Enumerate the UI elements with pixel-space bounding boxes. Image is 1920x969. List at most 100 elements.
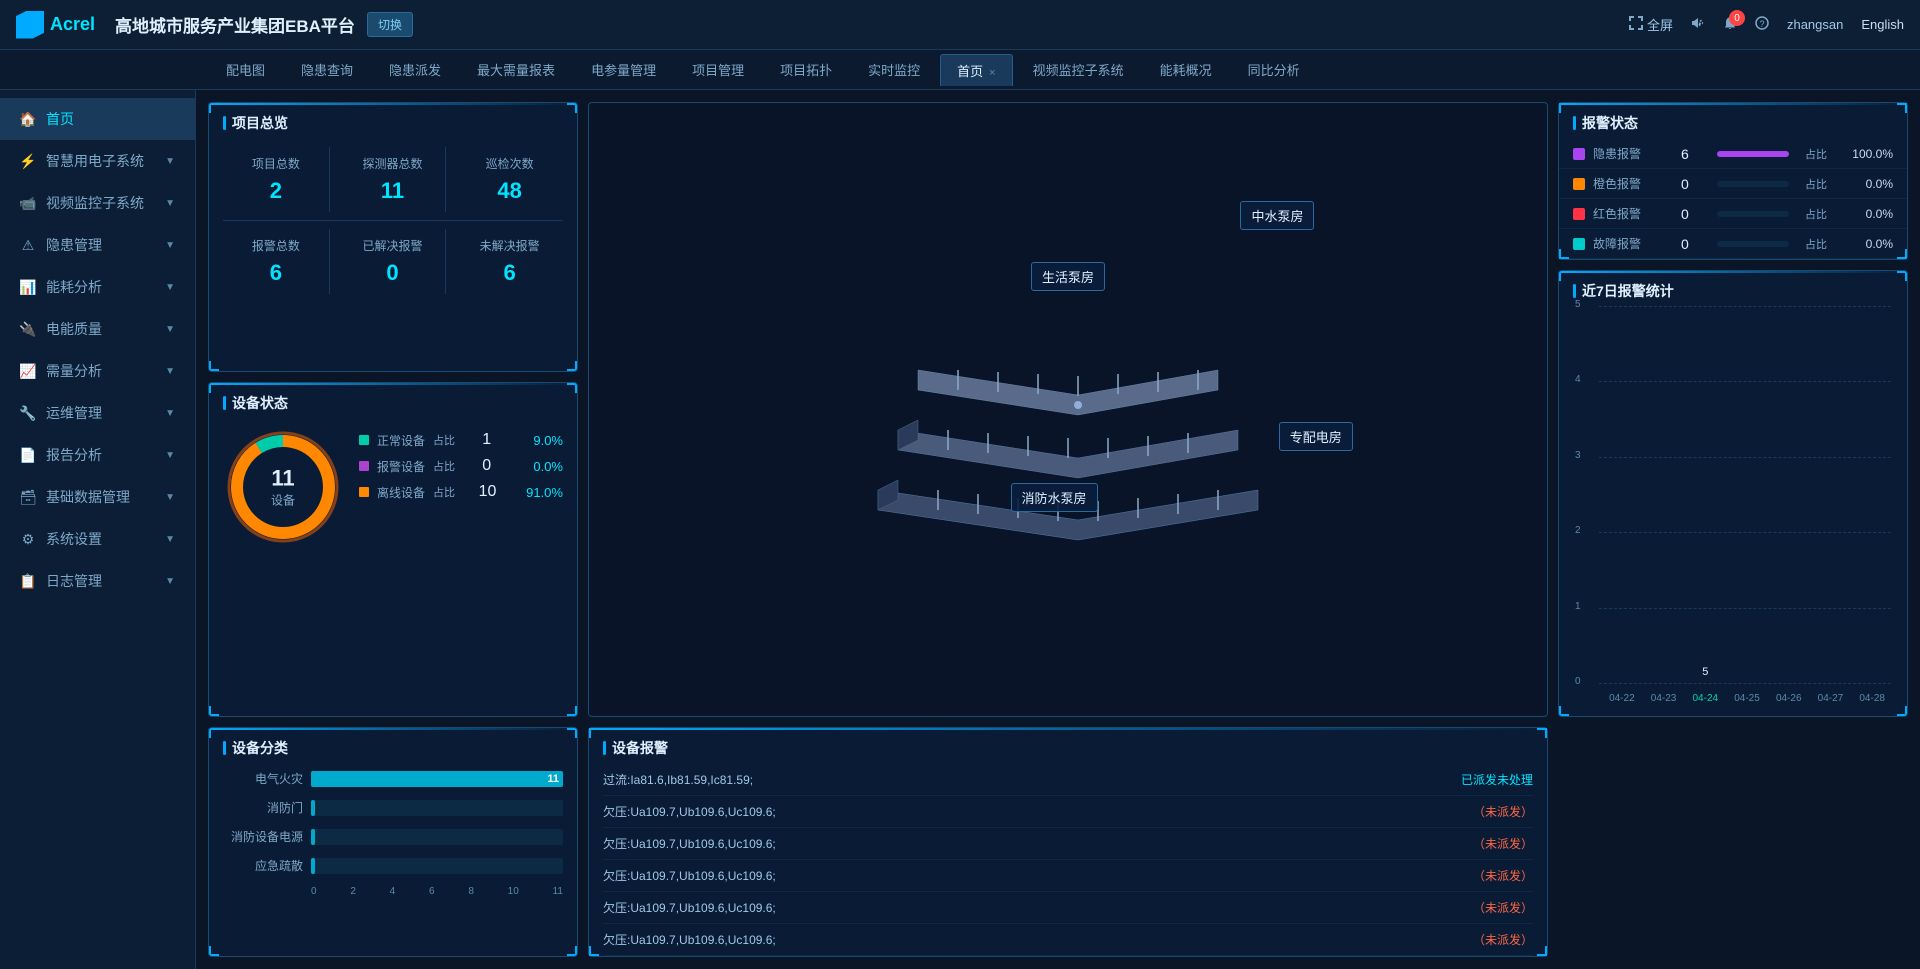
sidebar-label: 日志管理 bbox=[46, 571, 155, 591]
x-axis-label: 10 bbox=[508, 886, 519, 897]
alert-type-label: 隐患报警 bbox=[1593, 145, 1673, 162]
sidebar-item-日志管理[interactable]: 📋 日志管理 ▼ bbox=[0, 560, 195, 602]
status-percent: 0.0% bbox=[533, 459, 563, 474]
sidebar-item-报告分析[interactable]: 📄 报告分析 ▼ bbox=[0, 434, 195, 476]
sidebar-label: 隐患管理 bbox=[46, 235, 155, 255]
sidebar-label: 智慧用电子系统 bbox=[46, 151, 155, 171]
status-row-离线设备: 离线设备 占比 10 91.0% bbox=[359, 483, 563, 501]
nav-tab-实时监控[interactable]: 实时监控 bbox=[852, 54, 936, 85]
horiz-bar-x-axis: 024681011 bbox=[223, 886, 563, 897]
nav-tab-项目管理[interactable]: 项目管理 bbox=[676, 54, 760, 85]
language-selector[interactable]: English bbox=[1861, 17, 1904, 32]
horiz-bar-wrap bbox=[311, 858, 563, 874]
stat-label: 已解决报警 bbox=[344, 237, 442, 254]
nav-tab-close[interactable]: × bbox=[989, 67, 995, 79]
alert-row-红色报警: 红色报警 0 占比 0.0% bbox=[1559, 199, 1907, 229]
sidebar-icon: 📹 bbox=[20, 195, 36, 211]
content-area: 项目总览 项目总数 2探测器总数 11巡检次数 48 报警总数 6已解决报警 0… bbox=[196, 90, 1920, 969]
status-label: 离线设备 bbox=[377, 484, 425, 501]
sidebar-item-系统设置[interactable]: ⚙ 系统设置 ▼ bbox=[0, 518, 195, 560]
sidebar-item-隐患管理[interactable]: ⚠ 隐患管理 ▼ bbox=[0, 224, 195, 266]
alert-bar bbox=[1717, 151, 1789, 157]
alert-table-text: 过流:Ia81.6,Ib81.59,Ic81.59; bbox=[603, 771, 1461, 788]
stat-item-项目总数: 项目总数 2 bbox=[223, 147, 330, 212]
nav-tab-电参量管理[interactable]: 电参量管理 bbox=[575, 54, 672, 85]
horiz-bar-fill: 11 bbox=[311, 771, 563, 787]
nav-tab-隐患查询[interactable]: 隐患查询 bbox=[285, 54, 369, 85]
x-tick: 04-27 bbox=[1812, 693, 1850, 704]
alert-row-橙色报警: 橙色报警 0 占比 0.0% bbox=[1559, 169, 1907, 199]
model-label-zhongshuibengfang: 中水泵房 bbox=[1240, 201, 1314, 230]
logo-text: Acrel bbox=[50, 14, 95, 35]
nav-tab-隐患派发[interactable]: 隐患派发 bbox=[373, 54, 457, 85]
sidebar-arrow: ▼ bbox=[165, 534, 175, 545]
help-icon[interactable]: ? bbox=[1755, 16, 1769, 33]
sidebar-icon: 📈 bbox=[20, 363, 36, 379]
sidebar-item-智慧用电子系统[interactable]: ⚡ 智慧用电子系统 ▼ bbox=[0, 140, 195, 182]
alert-count: 0 bbox=[1681, 206, 1701, 222]
nav-tab-同比分析[interactable]: 同比分析 bbox=[1232, 54, 1316, 85]
mute-button[interactable] bbox=[1691, 16, 1705, 33]
sidebar-item-需量分析[interactable]: 📈 需量分析 ▼ bbox=[0, 350, 195, 392]
status-list: 正常设备 占比 1 9.0% 报警设备 占比 0 0.0% 离线设备 占比 10… bbox=[359, 427, 563, 509]
status-dot bbox=[359, 435, 369, 445]
3d-model-area: 生活泵房 中水泵房 专配电房 消防水泵房 bbox=[588, 102, 1548, 717]
alert-table-status: （未派发） bbox=[1473, 835, 1533, 852]
alert-table-text: 欠压:Ua109.7,Ub109.6,Uc109.6; bbox=[603, 931, 1473, 948]
sidebar-icon: 📊 bbox=[20, 279, 36, 295]
status-dot bbox=[359, 487, 369, 497]
horiz-bar-chart: 电气火灾 11 消防门 消防设备电源 应急疏散 024681011 bbox=[209, 764, 577, 903]
horiz-bar-row: 应急疏散 bbox=[223, 857, 563, 874]
alert-color-dot bbox=[1573, 148, 1585, 160]
nav-tab-最大需量报表[interactable]: 最大需量报表 bbox=[461, 54, 571, 85]
alert-status-rows: 隐患报警 6 占比 100.0% 橙色报警 0 占比 0.0% 红色报警 0 占… bbox=[1559, 139, 1907, 259]
sidebar-label: 系统设置 bbox=[46, 529, 155, 549]
alert-status-panel: 报警状态 隐患报警 6 占比 100.0% 橙色报警 0 占比 0.0% 红色报… bbox=[1558, 102, 1908, 260]
nav-tab-配电图[interactable]: 配电图 bbox=[210, 54, 281, 85]
device-alerts-title: 设备报警 bbox=[589, 728, 1547, 764]
sidebar-item-电能质量[interactable]: 🔌 电能质量 ▼ bbox=[0, 308, 195, 350]
alert-ratio: 0.0% bbox=[1843, 177, 1893, 191]
sidebar-item-视频监控子系统[interactable]: 📹 视频监控子系统 ▼ bbox=[0, 182, 195, 224]
horiz-bar-fill bbox=[311, 800, 315, 816]
alert-table-status: （未派发） bbox=[1473, 899, 1533, 916]
donut-label: 11 设备 bbox=[271, 466, 295, 509]
alert-row-隐患报警: 隐患报警 6 占比 100.0% bbox=[1559, 139, 1907, 169]
switch-button[interactable]: 切换 bbox=[367, 12, 413, 37]
status-count: 10 bbox=[479, 483, 503, 501]
alert-table-status: 已派发未处理 bbox=[1461, 771, 1533, 788]
alert-table-row: 欠压:Ua109.7,Ub109.6,Uc109.6; （未派发） bbox=[603, 796, 1533, 828]
nav-tab-项目拓扑[interactable]: 项目拓扑 bbox=[764, 54, 848, 85]
nav-tab-能耗概况[interactable]: 能耗概况 bbox=[1144, 54, 1228, 85]
sidebar-item-能耗分析[interactable]: 📊 能耗分析 ▼ bbox=[0, 266, 195, 308]
sidebar-item-基础数据管理[interactable]: 🗃 基础数据管理 ▼ bbox=[0, 476, 195, 518]
sidebar-icon: 📋 bbox=[20, 573, 36, 589]
device-category-panel: 设备分类 电气火灾 11 消防门 消防设备电源 应急疏散 024681 bbox=[208, 727, 578, 957]
sidebar-arrow: ▼ bbox=[165, 156, 175, 167]
status-label: 正常设备 bbox=[377, 432, 425, 449]
notification-bell[interactable]: 0 bbox=[1723, 16, 1737, 33]
nav-tab-视频监控子系统[interactable]: 视频监控子系统 bbox=[1017, 54, 1140, 85]
sidebar-icon: 🗃 bbox=[20, 489, 36, 505]
fullscreen-button[interactable]: 全屏 bbox=[1629, 15, 1673, 34]
horiz-bar-row: 消防门 bbox=[223, 799, 563, 816]
sidebar-icon: 🔧 bbox=[20, 405, 36, 421]
alert-ratio: 0.0% bbox=[1843, 207, 1893, 221]
sidebar-arrow: ▼ bbox=[165, 576, 175, 587]
sidebar-item-运维管理[interactable]: 🔧 运维管理 ▼ bbox=[0, 392, 195, 434]
logo: Acrel bbox=[16, 11, 95, 39]
sidebar-item-首页[interactable]: 🏠 首页 bbox=[0, 98, 195, 140]
page-title: 高地城市服务产业集团EBA平台 bbox=[115, 12, 355, 37]
sidebar-arrow: ▼ bbox=[165, 240, 175, 251]
x-tick: 04-22 bbox=[1603, 693, 1641, 704]
sidebar-icon: 📄 bbox=[20, 447, 36, 463]
alert-table-row: 欠压:Ua109.7,Ub109.6,Uc109.6; （未派发） bbox=[603, 924, 1533, 956]
alert-count: 0 bbox=[1681, 176, 1701, 192]
stat-label: 巡检次数 bbox=[460, 155, 559, 172]
nav-tab-首页[interactable]: 首页× bbox=[940, 54, 1012, 86]
alert-type-label: 故障报警 bbox=[1593, 235, 1673, 252]
main-layout: 🏠 首页 ⚡ 智慧用电子系统 ▼ 📹 视频监控子系统 ▼ ⚠ 隐患管理 ▼ 📊 … bbox=[0, 90, 1920, 969]
x-tick: 04-28 bbox=[1853, 693, 1891, 704]
horiz-bar-wrap bbox=[311, 829, 563, 845]
alert-ratio-label: 占比 bbox=[1805, 236, 1835, 252]
